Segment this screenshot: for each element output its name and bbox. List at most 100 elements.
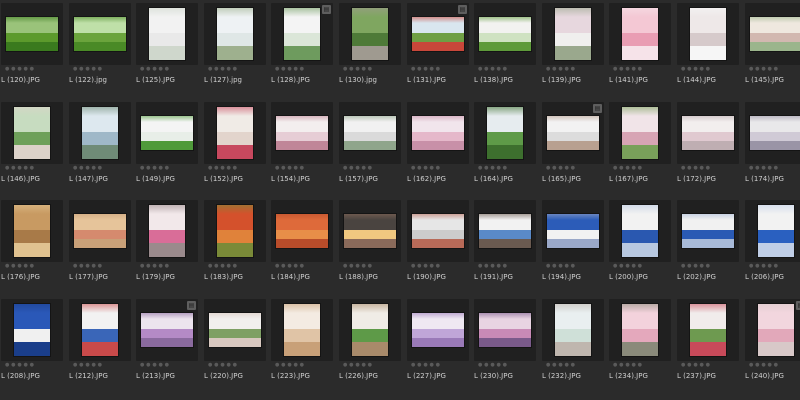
thumbnail-cell[interactable]: ▤ ●●●●● L (165).JPG [542,102,604,194]
thumbnail-image[interactable] [682,214,734,248]
thumbnail-cell[interactable]: ●●●●● L (172).JPG [677,102,739,194]
thumbnail-cell[interactable]: ●●●●● L (237).JPG [677,299,739,391]
star-rating[interactable]: ●●●●● [140,263,171,269]
thumbnail-image[interactable] [149,205,185,257]
star-rating[interactable]: ●●●●● [749,362,780,368]
thumbnail-cell[interactable]: ●●●●● L (154).JPG [271,102,333,194]
star-rating[interactable]: ●●●●● [681,263,712,269]
thumbnail-cell[interactable]: ●●●●● L (162).JPG [407,102,469,194]
thumbnail-cell[interactable]: ●●●●● L (138).JPG [474,3,536,95]
star-rating[interactable]: ●●●●● [749,66,780,72]
star-rating[interactable]: ●●●●● [208,263,239,269]
thumbnail-tile[interactable] [69,200,131,262]
thumbnail-image[interactable] [479,214,531,248]
thumbnail-image[interactable] [547,214,599,248]
star-rating[interactable]: ●●●●● [208,362,239,368]
star-rating[interactable]: ●●●●● [681,165,712,171]
thumbnail-cell[interactable]: ●●●●● L (152).JPG [204,102,266,194]
thumbnail-image[interactable] [622,304,658,356]
thumbnail-tile[interactable] [677,3,739,65]
thumbnail-tile[interactable] [474,299,536,361]
thumbnail-image[interactable] [284,8,320,60]
star-rating[interactable]: ●●●●● [275,165,306,171]
thumbnail-cell[interactable]: ●●●●● L (227).JPG [407,299,469,391]
stack-badge-icon[interactable]: ▤ [322,5,331,14]
thumbnail-image[interactable] [352,8,388,60]
star-rating[interactable]: ●●●●● [73,66,104,72]
thumbnail-cell[interactable]: ●●●●● L (190).JPG [407,200,469,292]
thumbnail-tile[interactable] [407,200,469,262]
thumbnail-tile[interactable] [677,299,739,361]
thumbnail-cell[interactable]: ●●●●● L (188).JPG [339,200,401,292]
thumbnail-cell[interactable]: ●●●●● L (141).JPG [609,3,671,95]
thumbnail-cell[interactable]: ●●●●● L (208).JPG [1,299,63,391]
thumbnail-image[interactable] [141,313,193,347]
star-rating[interactable]: ●●●●● [343,165,374,171]
thumbnail-cell[interactable]: ●●●●● L (125).JPG [136,3,198,95]
thumbnail-tile[interactable]: ▤ [271,3,333,65]
thumbnail-cell[interactable]: ●●●●● L (164).JPG [474,102,536,194]
star-rating[interactable]: ●●●●● [5,263,36,269]
stack-badge-icon[interactable]: ▤ [458,5,467,14]
thumbnail-tile[interactable] [271,200,333,262]
thumbnail-image[interactable] [487,107,523,159]
star-rating[interactable]: ●●●●● [749,263,780,269]
thumbnail-image[interactable] [344,116,396,150]
thumbnail-image[interactable] [74,214,126,248]
star-rating[interactable]: ●●●●● [613,66,644,72]
thumbnail-tile[interactable] [542,3,604,65]
thumbnail-tile[interactable] [204,3,266,65]
thumbnail-tile[interactable] [339,200,401,262]
thumbnail-image[interactable] [217,205,253,257]
thumbnail-image[interactable] [74,17,126,51]
thumbnail-image[interactable] [14,107,50,159]
thumbnail-cell[interactable]: ●●●●● L (167).JPG [609,102,671,194]
thumbnail-cell[interactable]: ●●●●● L (226).JPG [339,299,401,391]
star-rating[interactable]: ●●●●● [411,263,442,269]
thumbnail-cell[interactable]: ●●●●● L (139).JPG [542,3,604,95]
star-rating[interactable]: ●●●●● [613,362,644,368]
star-rating[interactable]: ●●●●● [411,66,442,72]
thumbnail-cell[interactable]: ●●●●● L (191).JPG [474,200,536,292]
thumbnail-image[interactable] [555,8,591,60]
thumbnail-image[interactable] [682,116,734,150]
star-rating[interactable]: ●●●●● [140,66,171,72]
thumbnail-tile[interactable] [136,102,198,164]
thumbnail-tile[interactable]: ▤ [407,3,469,65]
thumbnail-cell[interactable]: ●●●●● L (145).JPG [745,3,800,95]
star-rating[interactable]: ●●●●● [208,66,239,72]
thumbnail-cell[interactable]: ●●●●● L (122).jpg [69,3,131,95]
thumbnail-tile[interactable] [204,200,266,262]
star-rating[interactable]: ●●●●● [546,165,577,171]
thumbnail-image[interactable] [6,17,58,51]
thumbnail-cell[interactable]: ▤ ●●●●● L (213).JPG [136,299,198,391]
thumbnail-tile[interactable] [271,102,333,164]
thumbnail-image[interactable] [412,116,464,150]
thumbnail-tile[interactable] [474,200,536,262]
thumbnail-image[interactable] [622,8,658,60]
thumbnail-cell[interactable]: ▤ ●●●●● L (131).JPG [407,3,469,95]
thumbnail-tile[interactable] [745,200,800,262]
thumbnail-tile[interactable] [407,102,469,164]
thumbnail-tile[interactable] [69,102,131,164]
thumbnail-cell[interactable]: ●●●●● L (174).JPG [745,102,800,194]
thumbnail-image[interactable] [412,17,464,51]
star-rating[interactable]: ●●●●● [140,362,171,368]
thumbnail-image[interactable] [758,205,794,257]
thumbnail-image[interactable] [479,313,531,347]
thumbnail-cell[interactable]: ●●●●● L (220).JPG [204,299,266,391]
star-rating[interactable]: ●●●●● [411,362,442,368]
thumbnail-cell[interactable]: ●●●●● L (120).JPG [1,3,63,95]
thumbnail-image[interactable] [82,304,118,356]
star-rating[interactable]: ●●●●● [478,362,509,368]
thumbnail-image[interactable] [14,205,50,257]
thumbnail-image[interactable] [690,304,726,356]
star-rating[interactable]: ●●●●● [73,165,104,171]
thumbnail-image[interactable] [622,205,658,257]
thumbnail-image[interactable] [352,304,388,356]
thumbnail-cell[interactable]: ●●●●● L (130).jpg [339,3,401,95]
thumbnail-cell[interactable]: ●●●●● L (232).JPG [542,299,604,391]
thumbnail-image[interactable] [217,107,253,159]
star-rating[interactable]: ●●●●● [681,362,712,368]
thumbnail-image[interactable] [82,107,118,159]
